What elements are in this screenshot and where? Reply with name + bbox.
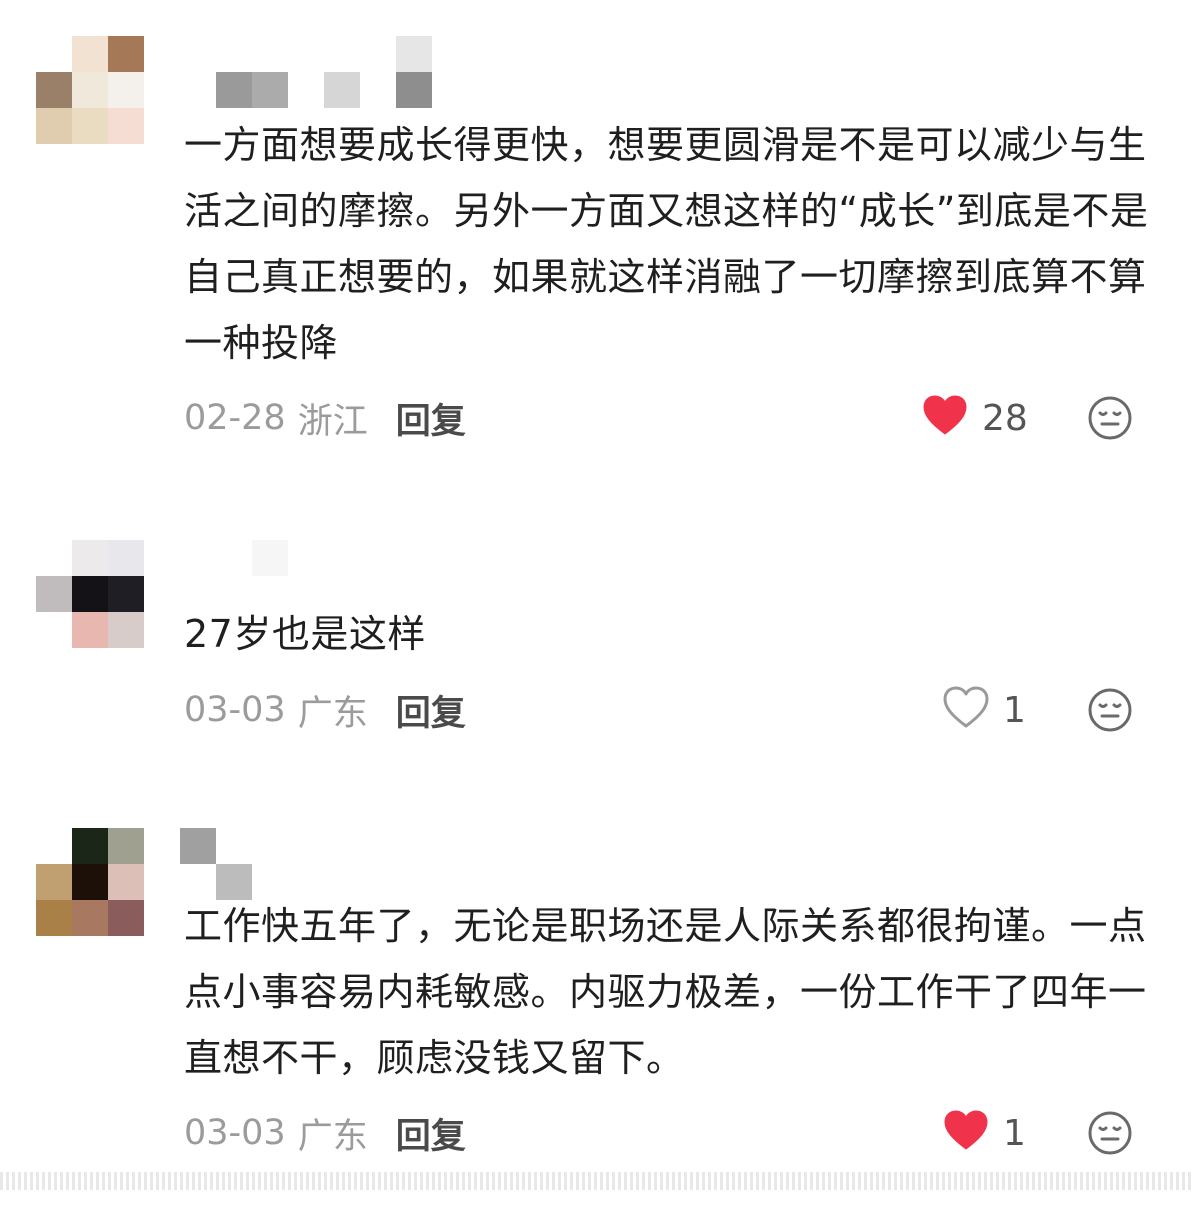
avatar-pixel — [36, 72, 72, 108]
avatar-pixel — [108, 36, 144, 72]
avatar-pixel — [108, 540, 144, 576]
avatar[interactable] — [36, 36, 144, 144]
dislike-button[interactable] — [1087, 395, 1133, 441]
avatar-pixel — [72, 900, 108, 936]
avatar-pixel — [72, 72, 108, 108]
reply-button[interactable]: 回复 — [396, 393, 466, 444]
horizontal-scrollbar[interactable] — [0, 1172, 1194, 1190]
avatar-pixel — [108, 576, 144, 612]
avatar-pixel — [36, 540, 72, 576]
avatar-pixel — [72, 36, 108, 72]
neutral-face-icon — [1087, 688, 1133, 737]
avatar[interactable] — [36, 828, 144, 936]
comment-date: 02-28 — [184, 398, 286, 438]
reply-button[interactable]: 回复 — [396, 685, 466, 736]
neutral-face-icon — [1087, 396, 1133, 445]
heart-icon — [943, 685, 989, 735]
avatar-pixel — [108, 108, 144, 144]
scrollbar-track — [0, 1172, 1194, 1190]
avatar-pixel — [36, 612, 72, 648]
avatar-pixel — [36, 36, 72, 72]
like-button[interactable]: 1 — [943, 1108, 1053, 1158]
avatar-pixel — [108, 828, 144, 864]
avatar[interactable] — [36, 540, 144, 648]
dislike-button[interactable] — [1087, 687, 1133, 733]
avatar-pixel — [72, 864, 108, 900]
avatar-pixel — [72, 576, 108, 612]
avatar-pixel — [72, 612, 108, 648]
reply-button[interactable]: 回复 — [396, 1108, 466, 1159]
neutral-face-icon — [1087, 1111, 1133, 1160]
heart-icon — [943, 1108, 989, 1158]
comment-region: 广东 — [297, 1116, 368, 1157]
avatar-pixel — [36, 828, 72, 864]
avatar-pixel — [108, 900, 144, 936]
comment-region: 浙江 — [297, 401, 368, 442]
avatar-pixel — [36, 576, 72, 612]
like-count: 1 — [1003, 1112, 1026, 1154]
dislike-button[interactable] — [1087, 1110, 1133, 1156]
comment-meta: 03-03 广东 回复 — [184, 1111, 466, 1157]
avatar-pixel — [36, 864, 72, 900]
like-button[interactable]: 1 — [943, 685, 1053, 735]
like-count: 1 — [1003, 689, 1026, 731]
like-button[interactable]: 28 — [922, 393, 1032, 443]
username-blurred[interactable] — [180, 36, 440, 108]
comment-text: 27岁也是这样 — [184, 612, 426, 656]
avatar-pixel — [72, 540, 108, 576]
avatar-pixel — [108, 864, 144, 900]
comment-meta: 03-03 广东 回复 — [184, 688, 466, 734]
like-count: 28 — [982, 397, 1028, 439]
avatar-pixel — [108, 612, 144, 648]
comment-region: 广东 — [297, 693, 368, 734]
comment-meta: 02-28 浙江 回复 — [184, 396, 466, 442]
avatar-pixel — [36, 108, 72, 144]
avatar-pixel — [108, 72, 144, 108]
comment-text: 工作快五年了，无论是职场还是人际关系都很拘谨。一点点小事容易内耗敏感。内驱力极差… — [184, 904, 1147, 1080]
avatar-pixel — [72, 108, 108, 144]
comment-text: 一方面想要成长得更快，想要更圆滑是不是可以减少与生活之间的摩擦。另外一方面又想这… — [184, 123, 1149, 365]
comment-date: 03-03 — [184, 690, 286, 730]
heart-icon — [922, 393, 968, 443]
username-blurred[interactable] — [180, 828, 440, 900]
avatar-pixel — [72, 828, 108, 864]
comment-date: 03-03 — [184, 1113, 286, 1153]
avatar-pixel — [36, 900, 72, 936]
